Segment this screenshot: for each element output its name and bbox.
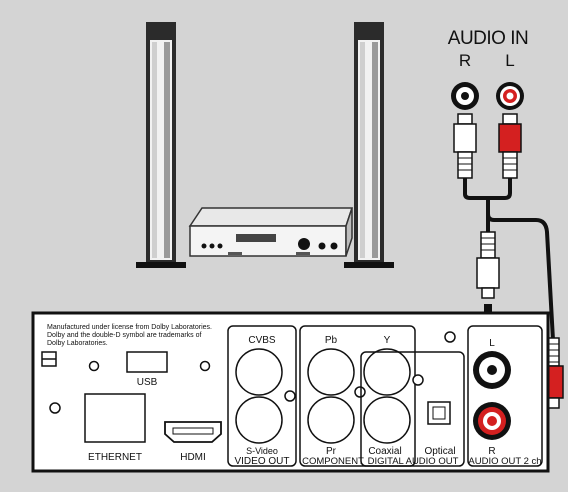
license-text-2: Dolby and the double-D symbol are tradem… — [47, 332, 202, 339]
audio-out-r-jack[interactable] — [473, 402, 511, 440]
audio-in-l-jack[interactable] — [496, 82, 524, 110]
pr-jack[interactable] — [307, 396, 355, 444]
coaxial-jack[interactable] — [363, 396, 411, 444]
amplifier-unit — [188, 207, 354, 257]
rca-plug-white-top — [453, 113, 477, 179]
digital-audio-out-label: DIGITAL AUDIO OUT — [368, 456, 459, 467]
pb-jack[interactable] — [307, 348, 355, 396]
y-jack[interactable] — [363, 348, 411, 396]
rca-plug-red-top — [498, 113, 522, 179]
pb-label: Pb — [325, 335, 338, 346]
usb-port[interactable] — [126, 351, 168, 373]
audio-in-l-label: L — [505, 51, 514, 70]
ethernet-port[interactable] — [84, 393, 146, 443]
optical-port[interactable] — [427, 401, 451, 425]
license-text-3: Dolby Laboratories. — [47, 340, 108, 347]
y-label: Y — [384, 335, 391, 346]
connection-diagram: AUDIO IN R L Manufactured under license … — [0, 0, 568, 492]
audio-in-title: AUDIO IN — [448, 28, 528, 49]
svideo-jack[interactable] — [235, 396, 283, 444]
top-screw — [444, 331, 456, 343]
digital-screw — [412, 374, 424, 386]
ethernet-label: ETHERNET — [88, 452, 142, 463]
jack-l-label: L — [489, 338, 495, 349]
component-screw — [354, 386, 366, 398]
video-out-label: VIDEO OUT — [234, 456, 289, 467]
video-screw — [284, 390, 296, 402]
license-text-1: Manufactured under license from Dolby La… — [47, 324, 212, 331]
rca-plug-white-bottom — [476, 231, 500, 299]
audio-out-2ch-label: AUDIO OUT 2 ch — [468, 456, 541, 467]
hdmi-label: HDMI — [180, 452, 206, 463]
usb-label: USB — [137, 377, 158, 388]
cvbs-label: CVBS — [248, 335, 276, 346]
power-switch[interactable] — [41, 351, 57, 367]
audio-out-l-jack[interactable] — [473, 351, 511, 389]
component-label: COMPONENT — [302, 456, 364, 467]
audio-in-r-jack[interactable] — [451, 82, 479, 110]
audio-in-r-label: R — [459, 51, 471, 70]
cvbs-jack[interactable] — [235, 348, 283, 396]
svideo-label: S-Video — [246, 446, 278, 456]
